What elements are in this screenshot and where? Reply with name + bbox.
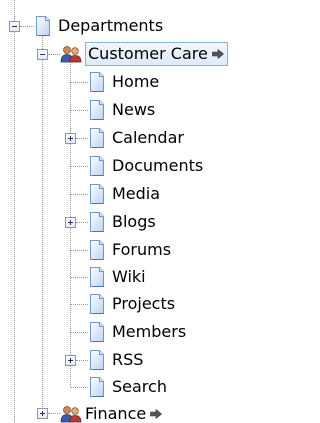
group-icon — [60, 405, 82, 423]
expand-toggle[interactable] — [65, 133, 76, 144]
tree-node-label: Wiki — [112, 267, 146, 286]
tree-node-label: Projects — [112, 294, 176, 313]
tree-line — [20, 26, 34, 27]
tree-node-label: Documents — [112, 156, 204, 175]
tree-line — [48, 54, 60, 55]
group-icon — [60, 45, 82, 63]
page-icon — [34, 16, 52, 36]
tree-node-label: Home — [112, 72, 160, 91]
tree-node-documents[interactable]: Documents — [88, 154, 203, 178]
selected-node-highlight[interactable]: Customer Care — [85, 42, 228, 66]
page-icon — [88, 267, 106, 287]
tree-node-finance[interactable]: Finance — [60, 402, 162, 423]
tree-line — [71, 332, 88, 333]
tree-line — [76, 360, 88, 361]
expand-toggle[interactable] — [37, 408, 48, 419]
page-icon — [88, 322, 106, 342]
tree-node-news[interactable]: News — [88, 98, 155, 122]
tree-node-projects[interactable]: Projects — [88, 292, 175, 316]
tree-line — [71, 110, 88, 111]
page-icon — [88, 100, 106, 120]
page-icon — [88, 294, 106, 314]
tree-line — [71, 304, 88, 305]
tree-node-forums[interactable]: Forums — [88, 238, 171, 262]
page-icon — [88, 156, 106, 176]
tree-node-label: Departments — [58, 16, 164, 35]
page-icon — [88, 377, 106, 397]
department-tree: Departments Customer Care Home News Cale… — [0, 0, 265, 423]
tree-node-home[interactable]: Home — [88, 70, 159, 94]
arrow-right-icon[interactable] — [150, 409, 162, 419]
tree-node-label: Search — [112, 377, 167, 396]
tree-line — [71, 194, 88, 195]
tree-line — [48, 413, 60, 414]
tree-line — [71, 166, 88, 167]
tree-node-customer-care[interactable]: Customer Care — [60, 42, 228, 66]
tree-node-label: Blogs — [112, 212, 156, 231]
tree-node-label: Media — [112, 184, 161, 203]
tree-line — [14, 0, 15, 423]
page-icon — [88, 184, 106, 204]
tree-line — [71, 387, 88, 388]
tree-node-media[interactable]: Media — [88, 182, 160, 206]
tree-node-rss[interactable]: RSS — [88, 348, 143, 372]
tree-node-label: Members — [112, 322, 187, 341]
page-icon — [88, 350, 106, 370]
tree-line — [71, 250, 88, 251]
tree-node-blogs[interactable]: Blogs — [88, 210, 156, 234]
tree-node-search[interactable]: Search — [88, 375, 167, 399]
tree-node-wiki[interactable]: Wiki — [88, 265, 146, 289]
tree-node-departments[interactable]: Departments — [34, 14, 163, 38]
expand-toggle[interactable] — [65, 217, 76, 228]
tree-line — [76, 138, 88, 139]
page-icon — [88, 72, 106, 92]
tree-line — [71, 82, 88, 83]
tree-line — [76, 222, 88, 223]
tree-line — [71, 277, 88, 278]
collapse-toggle[interactable] — [9, 21, 20, 32]
expand-toggle[interactable] — [65, 355, 76, 366]
tree-node-label: Finance — [85, 404, 147, 423]
tree-node-calendar[interactable]: Calendar — [88, 126, 184, 150]
tree-node-label: Customer Care — [88, 44, 208, 63]
tree-node-label: News — [112, 100, 156, 119]
tree-node-members[interactable]: Members — [88, 320, 186, 344]
tree-node-label: Calendar — [112, 128, 184, 147]
page-icon — [88, 128, 106, 148]
arrow-right-icon[interactable] — [212, 49, 224, 59]
page-icon — [88, 240, 106, 260]
page-icon — [88, 212, 106, 232]
tree-line — [42, 33, 43, 413]
tree-node-label: RSS — [112, 350, 144, 369]
collapse-toggle[interactable] — [37, 49, 48, 60]
tree-node-label: Forums — [112, 240, 172, 259]
